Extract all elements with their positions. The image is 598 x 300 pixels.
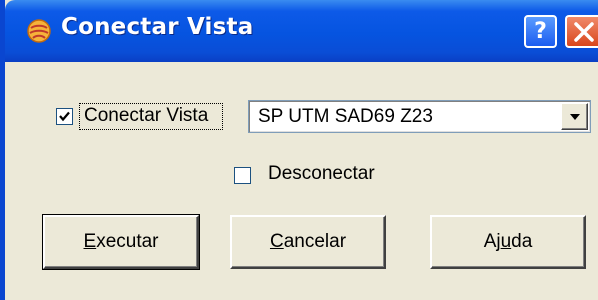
help-label: Ajuda bbox=[483, 231, 533, 252]
execute-button[interactable]: Executar bbox=[42, 214, 200, 270]
close-icon bbox=[574, 22, 594, 42]
disconnect-label[interactable]: Desconectar bbox=[268, 163, 375, 185]
projection-select[interactable]: SP UTM SAD69 Z23 bbox=[248, 100, 591, 133]
dialog-window: Conectar Vista ? Conectar Vista SP UTM S… bbox=[0, 0, 598, 300]
checkmark-icon bbox=[59, 111, 70, 122]
title-bar[interactable]: Conectar Vista ? bbox=[5, 0, 598, 62]
help-button[interactable]: Ajuda bbox=[430, 215, 586, 269]
connect-view-label[interactable]: Conectar Vista bbox=[84, 105, 208, 127]
help-title-button[interactable]: ? bbox=[524, 15, 557, 48]
app-globe-icon bbox=[27, 19, 51, 43]
connect-view-checkbox[interactable] bbox=[56, 108, 73, 125]
execute-label: Executar bbox=[83, 231, 159, 252]
dropdown-button[interactable] bbox=[561, 103, 588, 130]
close-button[interactable] bbox=[565, 15, 598, 48]
cancel-button[interactable]: Cancelar bbox=[230, 215, 386, 269]
cancel-label: Cancelar bbox=[269, 231, 347, 252]
disconnect-checkbox[interactable] bbox=[234, 167, 251, 184]
help-icon: ? bbox=[534, 19, 547, 44]
chevron-down-icon bbox=[570, 114, 580, 120]
window-title: Conectar Vista bbox=[61, 14, 254, 40]
projection-select-value: SP UTM SAD69 Z23 bbox=[258, 106, 433, 127]
